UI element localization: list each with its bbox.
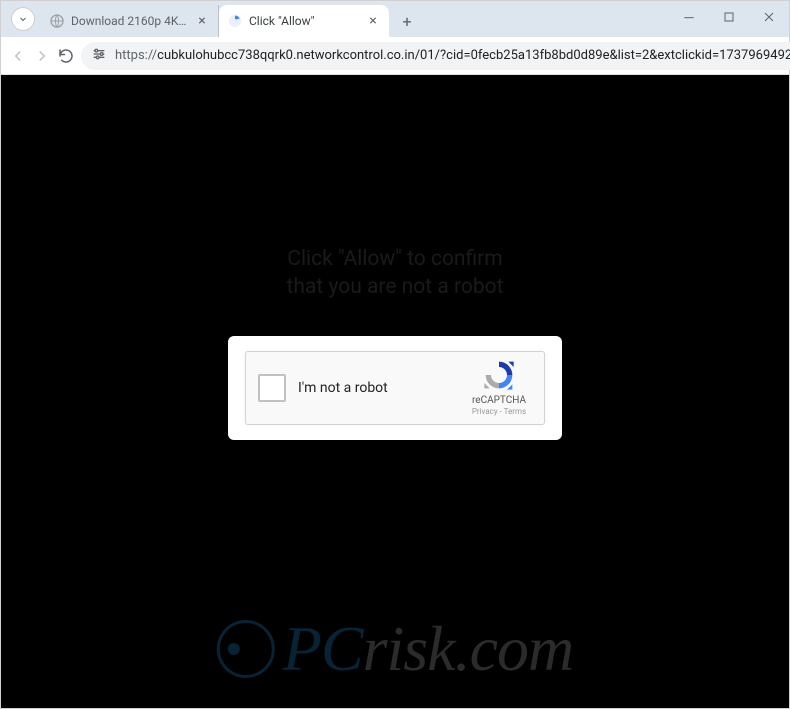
minimize-button[interactable] <box>669 1 709 33</box>
captcha-label: I'm not a robot <box>286 380 466 396</box>
reload-icon <box>57 47 75 65</box>
instruction-line2: that you are not a robot <box>287 273 504 301</box>
instruction-line1: Click "Allow" to confirm <box>287 245 504 273</box>
close-icon[interactable]: × <box>194 13 210 29</box>
watermark-logo-icon <box>217 620 275 678</box>
globe-icon <box>49 13 65 29</box>
url-text: https://cubkulohubcc738qqrk0.networkcont… <box>115 48 790 63</box>
captcha-brand-links[interactable]: Privacy - Terms <box>466 407 532 417</box>
new-tab-button[interactable]: + <box>393 7 421 35</box>
window-controls <box>669 1 789 33</box>
captcha-widget: I'm not a robot reCAPTCHA Privacy - Term… <box>245 351 545 425</box>
tab-search-button[interactable] <box>11 7 35 31</box>
toolbar: https://cubkulohubcc738qqrk0.networkcont… <box>1 37 789 75</box>
tab-title: Download 2160p 4K YIFY Movi… <box>71 14 188 28</box>
tab-active[interactable]: Click "Allow" × <box>219 5 389 37</box>
watermark-risk: risk.com <box>363 613 574 684</box>
page-content: Click "Allow" to confirm that you are no… <box>1 75 789 708</box>
minimize-icon <box>681 9 697 25</box>
chevron-down-icon <box>17 13 29 25</box>
close-icon[interactable]: × <box>365 13 381 29</box>
captcha-checkbox[interactable] <box>258 374 286 402</box>
tune-icon <box>91 46 107 62</box>
site-info-button[interactable] <box>91 46 107 66</box>
instruction-text: Click "Allow" to confirm that you are no… <box>287 245 504 302</box>
tab-title: Click "Allow" <box>249 14 359 28</box>
captcha-brand: reCAPTCHA Privacy - Terms <box>466 359 532 417</box>
forward-button[interactable] <box>33 42 51 70</box>
maximize-icon <box>721 9 737 25</box>
maximize-button[interactable] <box>709 1 749 33</box>
address-bar[interactable]: https://cubkulohubcc738qqrk0.networkcont… <box>81 42 790 70</box>
site-favicon-icon <box>227 13 243 29</box>
captcha-card: I'm not a robot reCAPTCHA Privacy - Term… <box>228 336 562 440</box>
url-scheme: https:// <box>115 48 157 63</box>
back-button[interactable] <box>9 42 27 70</box>
recaptcha-icon <box>483 359 515 391</box>
browser-window: Download 2160p 4K YIFY Movi… × Click "Al… <box>0 0 790 709</box>
tab-strip: Download 2160p 4K YIFY Movi… × Click "Al… <box>1 1 789 37</box>
arrow-right-icon <box>33 47 51 65</box>
watermark-pc: PC <box>283 613 363 684</box>
arrow-left-icon <box>9 47 27 65</box>
tab-inactive[interactable]: Download 2160p 4K YIFY Movi… × <box>41 5 219 37</box>
watermark: PCrisk.com <box>217 612 573 686</box>
close-icon <box>761 9 777 25</box>
url-rest: cubkulohubcc738qqrk0.networkcontrol.co.i… <box>157 48 790 63</box>
close-window-button[interactable] <box>749 1 789 33</box>
reload-button[interactable] <box>57 42 75 70</box>
captcha-brand-name: reCAPTCHA <box>466 395 532 407</box>
